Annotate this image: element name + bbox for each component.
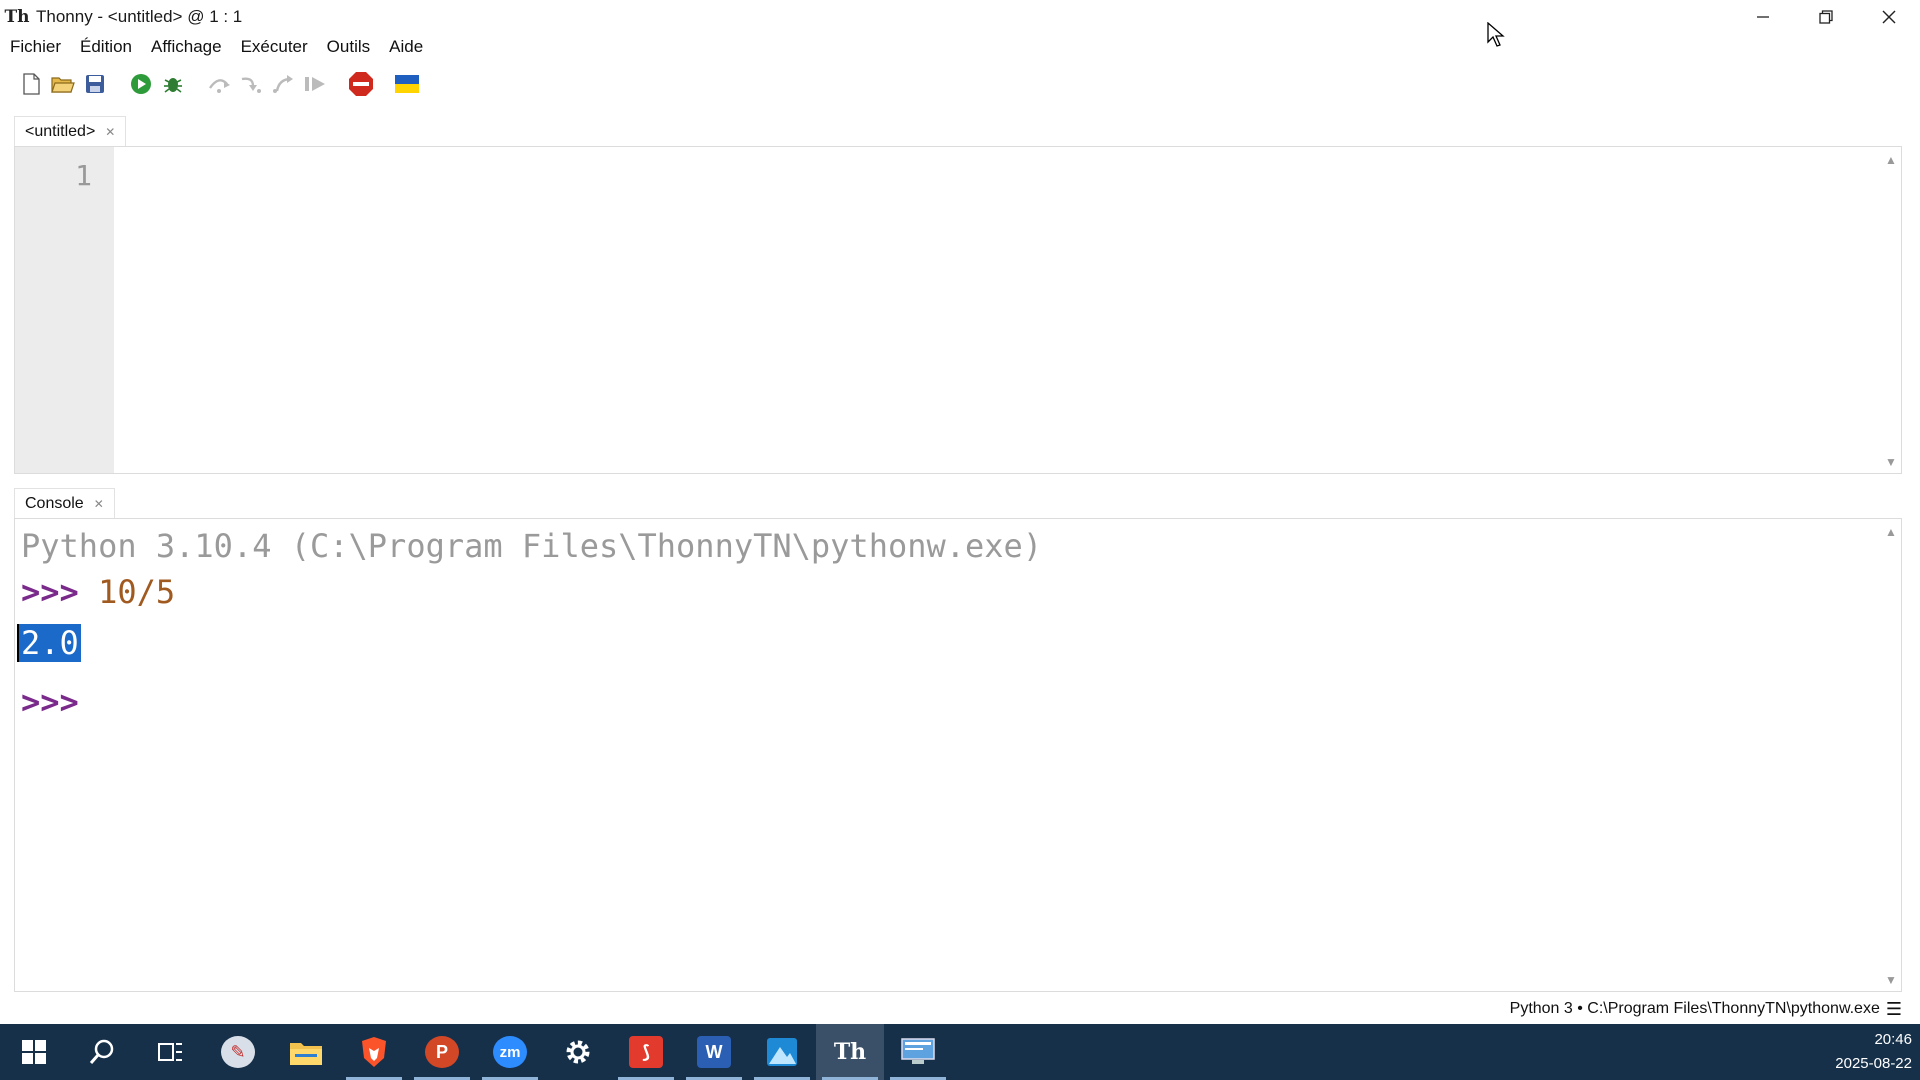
scroll-up-icon[interactable]: ▲	[1885, 153, 1897, 167]
monitor-icon	[901, 1038, 935, 1064]
task-view-button[interactable]	[136, 1024, 204, 1080]
open-file-button[interactable]	[50, 71, 76, 97]
clock-date: 2025-08-22	[1835, 1055, 1912, 1072]
console-scroll-up-icon[interactable]: ▲	[1885, 525, 1897, 539]
brave-lion-icon	[362, 1037, 386, 1067]
line-number: 1	[75, 159, 92, 192]
resume-icon	[305, 77, 325, 91]
console-tab-close-icon[interactable]: ✕	[94, 497, 104, 511]
console-prompt-active: >>>	[21, 683, 79, 721]
tab-label: <untitled>	[25, 122, 96, 140]
taskbar-search-button[interactable]	[68, 1024, 136, 1080]
menu-edition[interactable]: Édition	[80, 37, 132, 57]
console-tab-label: Console	[25, 494, 84, 512]
menu-affichage[interactable]: Affichage	[151, 37, 222, 57]
photos-icon	[767, 1038, 797, 1066]
window-controls	[1731, 0, 1920, 33]
taskbar-word[interactable]: W	[680, 1024, 748, 1080]
close-icon	[1882, 10, 1895, 23]
gear-icon	[566, 1040, 590, 1064]
new-file-icon	[23, 73, 40, 95]
resume-button[interactable]	[302, 71, 328, 97]
folder-icon	[290, 1043, 322, 1065]
editor-scrollbar[interactable]: ▲ ▼	[1881, 147, 1901, 473]
stop-icon	[349, 72, 373, 96]
system-clock[interactable]: 20:46 2025-08-22	[1835, 1028, 1912, 1076]
taskbar-zoom[interactable]: zm	[476, 1024, 544, 1080]
status-bar: Python 3 • C:\Program Files\ThonnyTN\pyt…	[0, 996, 1920, 1022]
menu-fichier[interactable]: Fichier	[10, 37, 61, 57]
console-command: 10/5	[98, 573, 176, 611]
interpreter-status[interactable]: Python 3 • C:\Program Files\ThonnyTN\pyt…	[1510, 1000, 1880, 1018]
line-number-gutter: 1	[15, 147, 114, 473]
step-into-icon	[241, 77, 261, 93]
taskbar-brave-browser[interactable]	[340, 1024, 408, 1080]
restore-button[interactable]	[1794, 0, 1857, 33]
tab-close-icon[interactable]: ✕	[105, 125, 115, 139]
save-icon	[86, 75, 104, 93]
window-title: Thonny - <untitled> @ 1 : 1	[36, 6, 243, 26]
console-input-line: >>> 10/5	[21, 573, 175, 611]
console-scrollbar[interactable]: ▲ ▼	[1881, 519, 1901, 991]
taskbar-settings[interactable]	[544, 1024, 612, 1080]
menu-aide[interactable]: Aide	[389, 37, 423, 57]
support-ukraine-button[interactable]	[394, 71, 420, 97]
step-over-button[interactable]	[206, 71, 232, 97]
step-over-icon	[209, 79, 230, 93]
hamburger-menu-icon[interactable]: ☰	[1886, 999, 1902, 1020]
taskbar-photos[interactable]	[748, 1024, 816, 1080]
powerpoint-icon: P	[425, 1036, 459, 1068]
thonny-taskbar-icon: Th	[833, 1039, 867, 1065]
acrobat-icon: ⟆	[629, 1036, 663, 1068]
zoom-icon: zm	[493, 1036, 527, 1068]
mouse-cursor-icon	[1487, 22, 1505, 47]
step-out-button[interactable]	[270, 71, 296, 97]
console-scroll-down-icon[interactable]: ▼	[1885, 973, 1897, 987]
console-result[interactable]: 2.0	[17, 624, 81, 662]
taskbar-remote-desktop[interactable]	[884, 1024, 952, 1080]
code-editor[interactable]: 1 ▲ ▼	[14, 146, 1902, 474]
start-button[interactable]	[0, 1024, 68, 1080]
thonny-app-icon: Th	[4, 6, 30, 27]
paint-icon: ✎	[221, 1036, 255, 1068]
close-button[interactable]	[1857, 0, 1920, 33]
open-file-icon	[51, 77, 75, 93]
debug-button[interactable]	[160, 71, 186, 97]
console-prompt: >>>	[21, 573, 79, 611]
word-icon: W	[697, 1036, 731, 1068]
debug-icon	[164, 78, 182, 93]
taskbar-acrobat[interactable]: ⟆	[612, 1024, 680, 1080]
tab-console[interactable]: Console ✕	[14, 488, 115, 518]
run-icon	[131, 74, 151, 94]
windows-logo-icon	[22, 1040, 46, 1064]
minimize-icon	[1756, 15, 1769, 18]
tab-untitled[interactable]: <untitled> ✕	[14, 116, 127, 146]
step-out-icon	[273, 75, 293, 93]
minimize-button[interactable]	[1731, 0, 1794, 33]
title-bar: Th Thonny - <untitled> @ 1 : 1	[0, 0, 1920, 33]
console-active-line[interactable]: >>>	[21, 683, 79, 721]
python-banner: Python 3.10.4 (C:\Program Files\ThonnyTN…	[21, 527, 1043, 565]
menu-outils[interactable]: Outils	[327, 37, 370, 57]
ukraine-flag-icon	[395, 75, 419, 93]
clock-time: 20:46	[1874, 1031, 1912, 1048]
shell-console[interactable]: Python 3.10.4 (C:\Program Files\ThonnyTN…	[14, 518, 1902, 992]
taskbar-thonny[interactable]: Th	[816, 1024, 884, 1080]
scroll-down-icon[interactable]: ▼	[1885, 455, 1897, 469]
search-icon	[89, 1039, 114, 1064]
step-into-button[interactable]	[238, 71, 264, 97]
restore-icon	[1818, 9, 1833, 24]
save-button[interactable]	[82, 71, 108, 97]
task-view-icon	[158, 1043, 182, 1061]
taskbar-powerpoint[interactable]: P	[408, 1024, 476, 1080]
taskbar-paint-app[interactable]: ✎	[204, 1024, 272, 1080]
taskbar: ✎ P zm ⟆ W Th 20:46 2025-08-22	[0, 1024, 1920, 1080]
run-button[interactable]	[128, 71, 154, 97]
menu-bar: Fichier Édition Affichage Exécuter Outil…	[0, 33, 1920, 61]
taskbar-file-explorer[interactable]	[272, 1024, 340, 1080]
new-file-button[interactable]	[18, 71, 44, 97]
toolbar	[0, 64, 1920, 104]
stop-button[interactable]	[348, 71, 374, 97]
menu-executer[interactable]: Exécuter	[241, 37, 308, 57]
